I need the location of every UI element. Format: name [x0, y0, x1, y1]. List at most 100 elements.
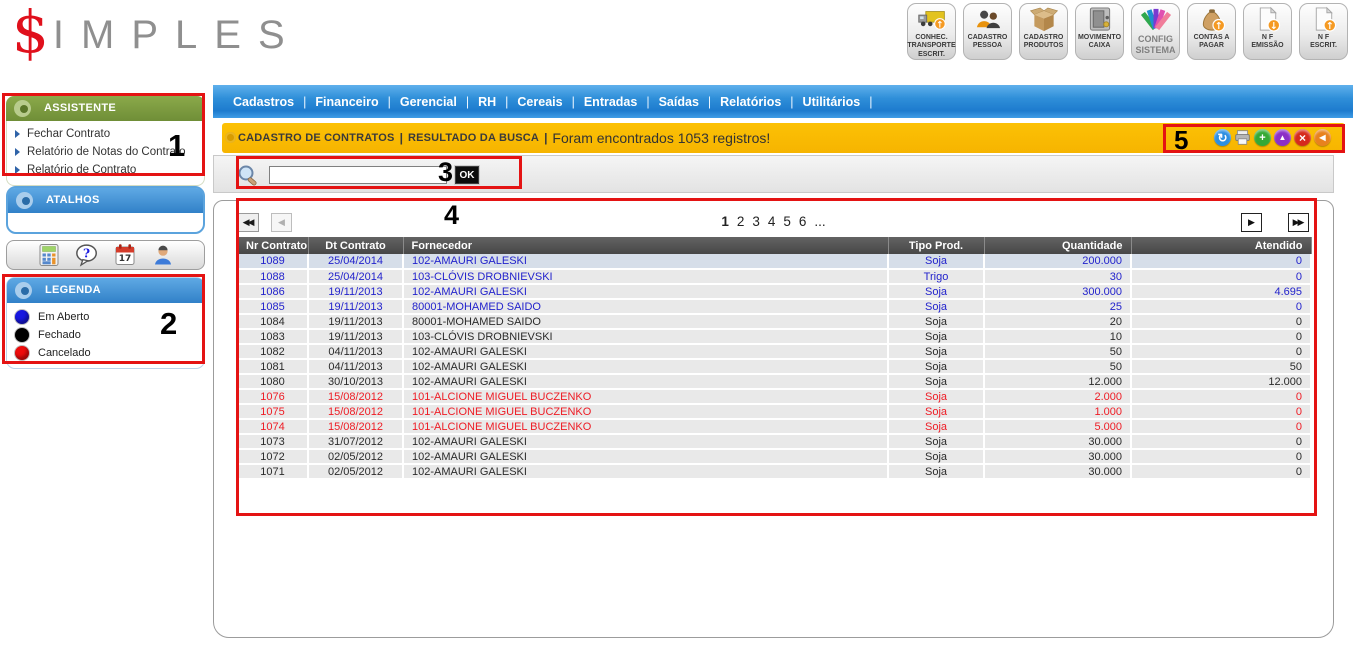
page-number-1[interactable]: 1 — [721, 214, 729, 229]
cadastro-produtos-button[interactable]: CADASTRO PRODUTOS — [1019, 3, 1068, 60]
column-header-tipo-prod[interactable]: Tipo Prod. — [888, 237, 984, 254]
cell-dt[interactable]: 02/05/2012 — [308, 449, 403, 464]
cell-fornecedor[interactable]: 102-AMAURI GALESKI — [403, 374, 888, 389]
cell-fornecedor[interactable]: 101-ALCIONE MIGUEL BUCZENKO — [403, 404, 888, 419]
cell-quantidade[interactable]: 2.000 — [984, 389, 1131, 404]
cell-nr[interactable]: 1073 — [238, 434, 308, 449]
cell-fornecedor[interactable]: 102-AMAURI GALESKI — [403, 344, 888, 359]
calendar-icon[interactable]: 17 — [113, 243, 137, 267]
column-header-fornecedor[interactable]: Fornecedor — [403, 237, 888, 254]
movimento-caixa-button[interactable]: MOVIMENTO CAIXA — [1075, 3, 1124, 60]
cell-quantidade[interactable]: 30.000 — [984, 449, 1131, 464]
conhec-transporte-button[interactable]: ↑ CONHEC. TRANSPORTE ESCRIT. — [907, 3, 956, 60]
cell-quantidade[interactable]: 12.000 — [984, 374, 1131, 389]
menu-item-saidas[interactable]: Saídas — [659, 95, 699, 109]
cell-dt[interactable]: 15/08/2012 — [308, 419, 403, 434]
cell-dt[interactable]: 19/11/2013 — [308, 299, 403, 314]
table-row[interactable]: 107202/05/2012102-AMAURI GALESKISoja30.0… — [238, 449, 1311, 464]
cell-nr[interactable]: 1086 — [238, 284, 308, 299]
cell-tipo[interactable]: Soja — [888, 344, 984, 359]
cell-tipo[interactable]: Soja — [888, 419, 984, 434]
cell-fornecedor[interactable]: 102-AMAURI GALESKI — [403, 449, 888, 464]
cell-nr[interactable]: 1089 — [238, 254, 308, 269]
contas-a-pagar-button[interactable]: ↑ CONTAS A PAGAR — [1187, 3, 1236, 60]
column-header-quantidade[interactable]: Quantidade — [984, 237, 1131, 254]
cell-fornecedor[interactable]: 102-AMAURI GALESKI — [403, 284, 888, 299]
cell-tipo[interactable]: Soja — [888, 314, 984, 329]
cell-quantidade[interactable]: 20 — [984, 314, 1131, 329]
cell-nr[interactable]: 1084 — [238, 314, 308, 329]
cell-quantidade[interactable]: 25 — [984, 299, 1131, 314]
cell-nr[interactable]: 1072 — [238, 449, 308, 464]
menu-item-financeiro[interactable]: Financeiro — [315, 95, 378, 109]
cell-dt[interactable]: 19/11/2013 — [308, 329, 403, 344]
cell-atendido[interactable]: 0 — [1131, 314, 1311, 329]
assistente-link[interactable]: Relatório de Notas do Contrato — [7, 143, 204, 161]
move-up-icon[interactable]: ▲ — [1274, 129, 1291, 146]
menu-item-cadastros[interactable]: Cadastros — [233, 95, 294, 109]
menu-item-cereais[interactable]: Cereais — [517, 95, 562, 109]
cell-quantidade[interactable]: 200.000 — [984, 254, 1131, 269]
add-icon[interactable]: + — [1254, 129, 1271, 146]
table-row[interactable]: 108104/11/2013102-AMAURI GALESKISoja5050 — [238, 359, 1311, 374]
table-row[interactable]: 107615/08/2012101-ALCIONE MIGUEL BUCZENK… — [238, 389, 1311, 404]
nf-emissao-button[interactable]: ↓ N F EMISSÃO — [1243, 3, 1292, 60]
cell-nr[interactable]: 1085 — [238, 299, 308, 314]
search-input[interactable] — [269, 166, 447, 184]
cell-nr[interactable]: 1074 — [238, 419, 308, 434]
cell-atendido[interactable]: 0 — [1131, 269, 1311, 284]
cell-dt[interactable]: 02/05/2012 — [308, 464, 403, 479]
printer-icon[interactable] — [1234, 129, 1251, 146]
cell-dt[interactable]: 31/07/2012 — [308, 434, 403, 449]
cell-dt[interactable]: 19/11/2013 — [308, 314, 403, 329]
cell-fornecedor[interactable]: 102-AMAURI GALESKI — [403, 254, 888, 269]
cell-fornecedor[interactable]: 80001-MOHAMED SAIDO — [403, 299, 888, 314]
page-number-...[interactable]: ... — [814, 214, 825, 229]
cell-dt[interactable]: 25/04/2014 — [308, 269, 403, 284]
cell-quantidade[interactable]: 10 — [984, 329, 1131, 344]
cell-dt[interactable]: 15/08/2012 — [308, 389, 403, 404]
page-number-2[interactable]: 2 — [737, 214, 745, 229]
menu-item-gerencial[interactable]: Gerencial — [400, 95, 457, 109]
menu-item-relatorios[interactable]: Relatórios — [720, 95, 781, 109]
cell-atendido[interactable]: 0 — [1131, 389, 1311, 404]
cell-tipo[interactable]: Soja — [888, 329, 984, 344]
cell-nr[interactable]: 1082 — [238, 344, 308, 359]
cell-tipo[interactable]: Soja — [888, 389, 984, 404]
cell-tipo[interactable]: Soja — [888, 464, 984, 479]
last-page-button[interactable]: ▶▶ — [1288, 213, 1309, 232]
cell-atendido[interactable]: 4.695 — [1131, 284, 1311, 299]
column-header-dt-contrato[interactable]: Dt Contrato — [308, 237, 403, 254]
cell-atendido[interactable]: 0 — [1131, 329, 1311, 344]
table-row[interactable]: 108419/11/201380001-MOHAMED SAIDOSoja200 — [238, 314, 1311, 329]
menu-item-rh[interactable]: RH — [478, 95, 496, 109]
table-row[interactable]: 107102/05/2012102-AMAURI GALESKISoja30.0… — [238, 464, 1311, 479]
table-row[interactable]: 107415/08/2012101-ALCIONE MIGUEL BUCZENK… — [238, 419, 1311, 434]
cell-tipo[interactable]: Soja — [888, 284, 984, 299]
table-row[interactable]: 108519/11/201380001-MOHAMED SAIDOSoja250 — [238, 299, 1311, 314]
cell-tipo[interactable]: Soja — [888, 404, 984, 419]
cell-atendido[interactable]: 0 — [1131, 434, 1311, 449]
page-number-3[interactable]: 3 — [752, 214, 760, 229]
cell-fornecedor[interactable]: 101-ALCIONE MIGUEL BUCZENKO — [403, 419, 888, 434]
cell-dt[interactable]: 30/10/2013 — [308, 374, 403, 389]
help-icon[interactable]: ? — [75, 243, 99, 267]
cell-tipo[interactable]: Soja — [888, 449, 984, 464]
refresh-icon[interactable]: ↻ — [1214, 129, 1231, 146]
calculator-icon[interactable] — [37, 243, 61, 267]
cell-tipo[interactable]: Trigo — [888, 269, 984, 284]
cell-nr[interactable]: 1075 — [238, 404, 308, 419]
cell-nr[interactable]: 1088 — [238, 269, 308, 284]
cell-nr[interactable]: 1081 — [238, 359, 308, 374]
cell-atendido[interactable]: 0 — [1131, 254, 1311, 269]
cell-quantidade[interactable]: 1.000 — [984, 404, 1131, 419]
table-row[interactable]: 108204/11/2013102-AMAURI GALESKISoja500 — [238, 344, 1311, 359]
page-number-4[interactable]: 4 — [768, 214, 776, 229]
table-row[interactable]: 108925/04/2014102-AMAURI GALESKISoja200.… — [238, 254, 1311, 269]
menu-item-utilitarios[interactable]: Utilitários — [803, 95, 861, 109]
cell-tipo[interactable]: Soja — [888, 434, 984, 449]
cell-nr[interactable]: 1076 — [238, 389, 308, 404]
nf-escrit-button[interactable]: ↑ N F ESCRIT. — [1299, 3, 1348, 60]
cell-fornecedor[interactable]: 80001-MOHAMED SAIDO — [403, 314, 888, 329]
cell-atendido[interactable]: 0 — [1131, 464, 1311, 479]
